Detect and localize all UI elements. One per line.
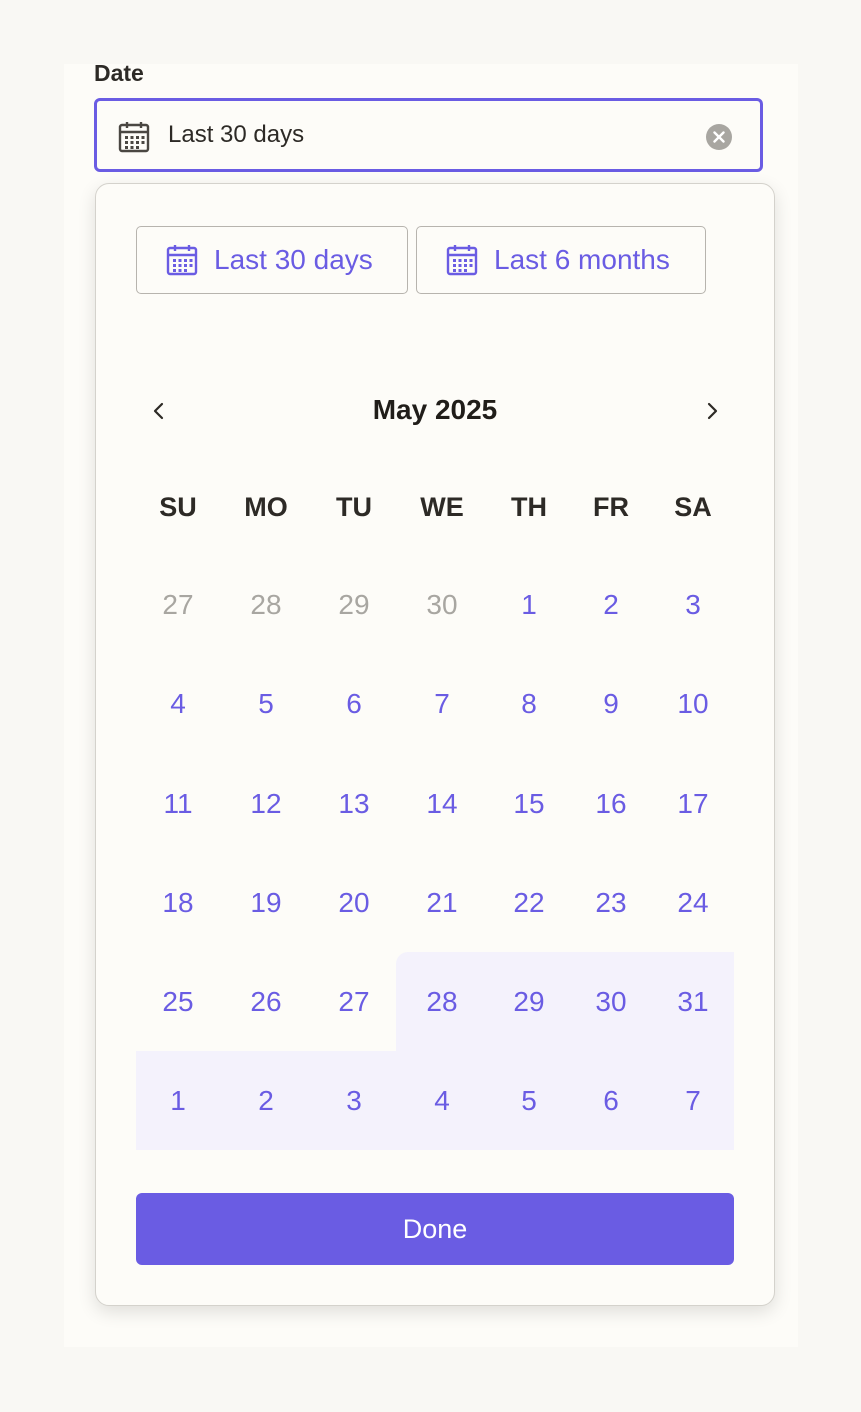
calendar-day[interactable]: 28 xyxy=(402,972,482,1032)
weekday-label: SU xyxy=(159,492,197,522)
calendar-day[interactable]: 8 xyxy=(489,674,569,734)
calendar-day[interactable]: 10 xyxy=(653,674,733,734)
weekday-label: SA xyxy=(674,492,712,522)
calendar-day[interactable]: 19 xyxy=(226,873,306,933)
clear-date-button[interactable] xyxy=(706,124,732,150)
done-button[interactable]: Done xyxy=(136,1193,734,1265)
weekday-label: TU xyxy=(336,492,372,522)
calendar-day[interactable]: 14 xyxy=(402,774,482,834)
calendar-day[interactable]: 3 xyxy=(653,575,733,635)
calendar-day[interactable]: 20 xyxy=(314,873,394,933)
calendar-day[interactable]: 26 xyxy=(226,972,306,1032)
calendar-day[interactable]: 6 xyxy=(314,674,394,734)
calendar-day[interactable]: 30 xyxy=(571,972,651,1032)
date-range-input[interactable]: Last 30 days xyxy=(94,98,763,172)
weekday-label: TH xyxy=(511,492,547,522)
calendar-day-outside-month[interactable]: 29 xyxy=(314,575,394,635)
calendar-day[interactable]: 15 xyxy=(489,774,569,834)
calendar-day[interactable]: 2 xyxy=(571,575,651,635)
calendar-day[interactable]: 4 xyxy=(402,1071,482,1131)
calendar-day[interactable]: 5 xyxy=(226,674,306,734)
weekday-label: FR xyxy=(593,492,629,522)
calendar-day[interactable]: 2 xyxy=(226,1071,306,1131)
next-month-button[interactable] xyxy=(697,396,727,426)
calendar-day[interactable]: 18 xyxy=(138,873,218,933)
preset-last-30-days-button[interactable]: Last 30 days xyxy=(136,226,408,294)
date-field-label: Date xyxy=(94,60,144,86)
calendar-day-outside-month[interactable]: 28 xyxy=(226,575,306,635)
calendar-day[interactable]: 7 xyxy=(402,674,482,734)
calendar-day[interactable]: 13 xyxy=(314,774,394,834)
calendar-day[interactable]: 9 xyxy=(571,674,651,734)
calendar-day[interactable]: 12 xyxy=(226,774,306,834)
weekday-label: MO xyxy=(244,492,288,522)
calendar-day[interactable]: 7 xyxy=(653,1071,733,1131)
calendar-icon xyxy=(166,245,198,276)
calendar-day[interactable]: 17 xyxy=(653,774,733,834)
calendar-day[interactable]: 4 xyxy=(138,674,218,734)
calendar-day[interactable]: 29 xyxy=(489,972,569,1032)
calendar-icon xyxy=(118,122,150,153)
calendar-day[interactable]: 21 xyxy=(402,873,482,933)
calendar-day[interactable]: 1 xyxy=(138,1071,218,1131)
close-icon xyxy=(713,131,725,143)
weekday-label: WE xyxy=(420,492,464,522)
calendar-day[interactable]: 24 xyxy=(653,873,733,933)
preset-last-6-months-button[interactable]: Last 6 months xyxy=(416,226,706,294)
calendar-day[interactable]: 1 xyxy=(489,575,569,635)
calendar-day-outside-month[interactable]: 27 xyxy=(138,575,218,635)
chevron-right-icon xyxy=(707,402,718,420)
calendar-day[interactable]: 16 xyxy=(571,774,651,834)
calendar-day[interactable]: 27 xyxy=(314,972,394,1032)
calendar-icon xyxy=(446,245,478,276)
calendar-day[interactable]: 5 xyxy=(489,1071,569,1131)
preset-label: Last 30 days xyxy=(214,244,373,275)
date-picker-popover: Last 30 days Last 6 months May 2025 SU MO… xyxy=(95,183,775,1306)
preset-label: Last 6 months xyxy=(494,244,670,275)
calendar-day[interactable]: 22 xyxy=(489,873,569,933)
calendar-day[interactable]: 3 xyxy=(314,1071,394,1131)
calendar-day[interactable]: 11 xyxy=(138,774,218,834)
calendar-day-outside-month[interactable]: 30 xyxy=(402,575,482,635)
calendar-day[interactable]: 31 xyxy=(653,972,733,1032)
calendar-day[interactable]: 25 xyxy=(138,972,218,1032)
month-year-title: May 2025 xyxy=(372,394,498,425)
calendar-day[interactable]: 23 xyxy=(571,873,651,933)
date-input-value: Last 30 days xyxy=(168,121,305,148)
calendar-day[interactable]: 6 xyxy=(571,1071,651,1131)
